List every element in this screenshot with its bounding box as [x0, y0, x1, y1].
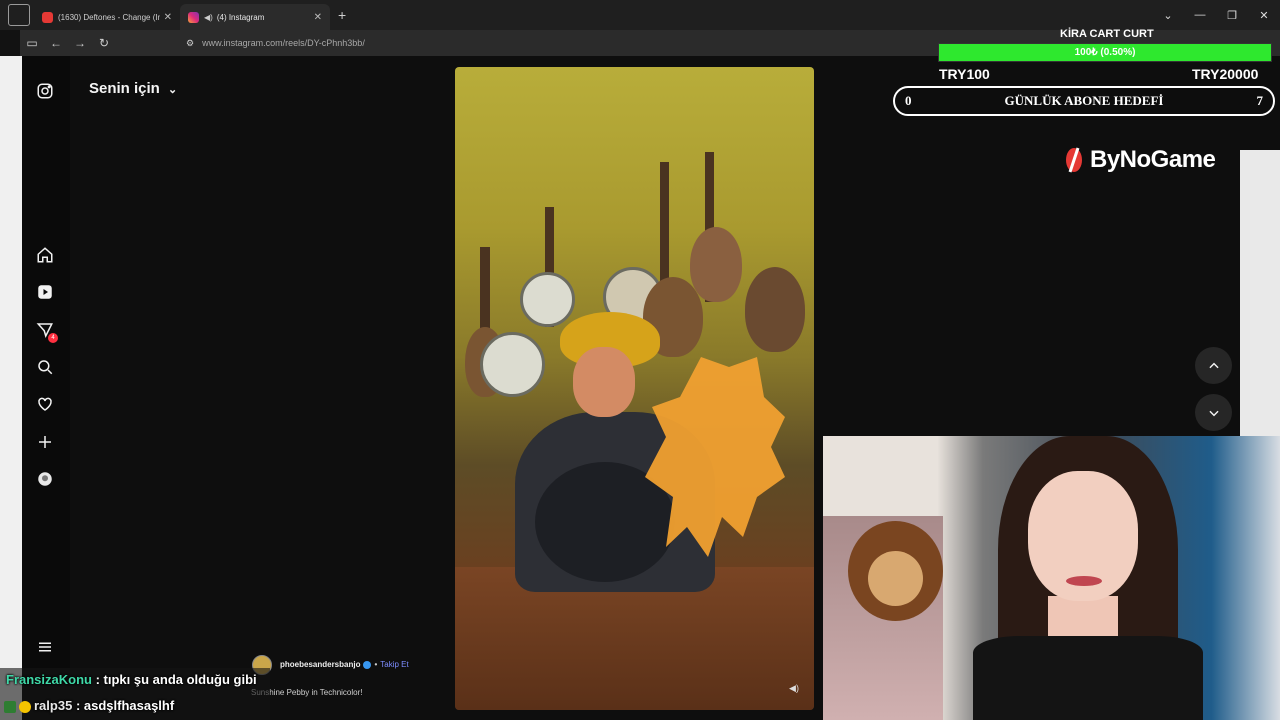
chevron-down-icon	[1208, 410, 1219, 416]
tab-instagram[interactable]: ◀) (4) Instagram ✕	[180, 4, 330, 30]
subscriber-badge-icon	[19, 700, 31, 713]
subscriber-goal-current: 0	[905, 93, 912, 108]
screen: (1630) Deftones - Change (In Th ✕ ◀) (4)…	[0, 0, 1280, 720]
menu-icon[interactable]	[34, 636, 56, 658]
reel-video[interactable]	[455, 67, 814, 710]
chat-text: : asdşlfhasaşlhf	[75, 698, 175, 713]
chat-username: FransizaKonu	[6, 672, 92, 687]
back-icon[interactable]: ←	[44, 36, 68, 50]
donation-goal-max: TRY20000	[1192, 66, 1259, 82]
youtube-icon	[42, 11, 53, 23]
streamer-top	[973, 636, 1203, 720]
chat-message: FransizaKonu : tıpkı şu anda olduğu gibi	[6, 672, 257, 687]
separator-dot: •	[374, 660, 378, 669]
speaker-icon[interactable]: ◀)	[204, 13, 213, 22]
tab-actions-icon[interactable]	[8, 4, 30, 26]
new-tab-icon[interactable]: +	[338, 7, 346, 23]
browser-tab-bar: (1630) Deftones - Change (In Th ✕ ◀) (4)…	[0, 0, 1280, 30]
verified-icon	[363, 660, 372, 669]
instagram-sidebar	[22, 56, 70, 720]
forward-icon[interactable]: →	[68, 36, 92, 50]
reels-icon[interactable]	[34, 281, 56, 303]
chat-message: ralp35 : asdşlfhasaşlhf	[4, 698, 174, 713]
volume-icon[interactable]: ◀)	[787, 683, 801, 695]
tab-list-icon[interactable]: ⌄	[1152, 9, 1184, 22]
chevron-up-icon	[1208, 362, 1219, 368]
decorative-border	[1240, 150, 1280, 440]
close-tab-icon[interactable]: ✕	[164, 12, 172, 23]
reel-author: phoebesandersbanjo • Takip Et	[280, 660, 409, 669]
feed-title: Senin için	[89, 80, 160, 97]
reel-username[interactable]: phoebesandersbanjo	[280, 660, 360, 669]
reload-icon[interactable]: ↻	[92, 36, 116, 50]
next-reel-button[interactable]	[1195, 394, 1232, 431]
chat-username: ralp35	[34, 698, 73, 713]
follow-button[interactable]: Takip Et	[380, 660, 408, 669]
sponsor-name: ByNoGame	[1090, 146, 1216, 173]
donation-goal-percent: 100₺ (0.50%)	[1074, 47, 1136, 58]
donation-goal-min: TRY100	[939, 66, 990, 82]
site-info-icon[interactable]: ⚙	[186, 38, 194, 49]
restore-icon[interactable]: ❐	[1216, 9, 1248, 22]
home-icon[interactable]	[34, 244, 56, 266]
window-controls: ⌄ — ❐ ✕	[1152, 0, 1280, 30]
tab-label: (1630) Deftones - Change (In Th	[58, 12, 160, 22]
moderator-badge-icon	[4, 700, 16, 713]
decorative-border	[0, 56, 22, 720]
previous-reel-button[interactable]	[1195, 347, 1232, 384]
messages-icon[interactable]: 4	[34, 319, 58, 343]
feed-selector[interactable]: Senin için ⌄	[89, 80, 177, 97]
close-window-icon[interactable]: ✕	[1248, 9, 1280, 22]
tab-youtube[interactable]: (1630) Deftones - Change (In Th ✕	[34, 4, 180, 30]
url-field[interactable]: ⚙ www.instagram.com/reels/DY-cPhnh3bb/	[186, 38, 365, 49]
create-icon[interactable]	[34, 431, 56, 453]
heart-icon[interactable]	[34, 393, 56, 415]
sponsor-logo: ByNoGame	[1064, 146, 1216, 174]
chevron-down-icon: ⌄	[168, 84, 178, 96]
url-text: www.instagram.com/reels/DY-cPhnh3bb/	[202, 38, 365, 48]
minimize-icon[interactable]: —	[1184, 9, 1216, 21]
search-icon[interactable]	[34, 356, 56, 378]
profile-avatar-icon[interactable]	[34, 468, 56, 490]
subscriber-goal: 0 GÜNLÜK ABONE HEDEFİ 7	[893, 86, 1275, 116]
sidebar-toggle-icon[interactable]: ▭	[20, 36, 44, 50]
ukulele-image	[690, 227, 742, 302]
plush-monkey-face	[868, 551, 923, 606]
instagram-icon	[188, 11, 199, 23]
instagram-logo-icon[interactable]	[34, 80, 56, 102]
donation-goal-bar: 100₺ (0.50%)	[938, 43, 1272, 62]
subscriber-goal-target: 7	[1256, 93, 1263, 108]
close-tab-icon[interactable]: ✕	[314, 12, 322, 23]
webcam-feed	[823, 436, 1280, 720]
subscriber-goal-label: GÜNLÜK ABONE HEDEFİ	[1004, 93, 1164, 108]
tab-label: (4) Instagram	[216, 12, 265, 22]
chat-text: : tıpkı şu anda olduğu gibi	[95, 672, 257, 687]
notification-badge: 4	[48, 333, 58, 343]
donation-goal-title: KİRA CART CURT	[1060, 28, 1154, 40]
bynogame-logo-icon	[1066, 147, 1082, 173]
streamer-lips	[1066, 576, 1102, 586]
ukulele-image	[745, 267, 805, 352]
